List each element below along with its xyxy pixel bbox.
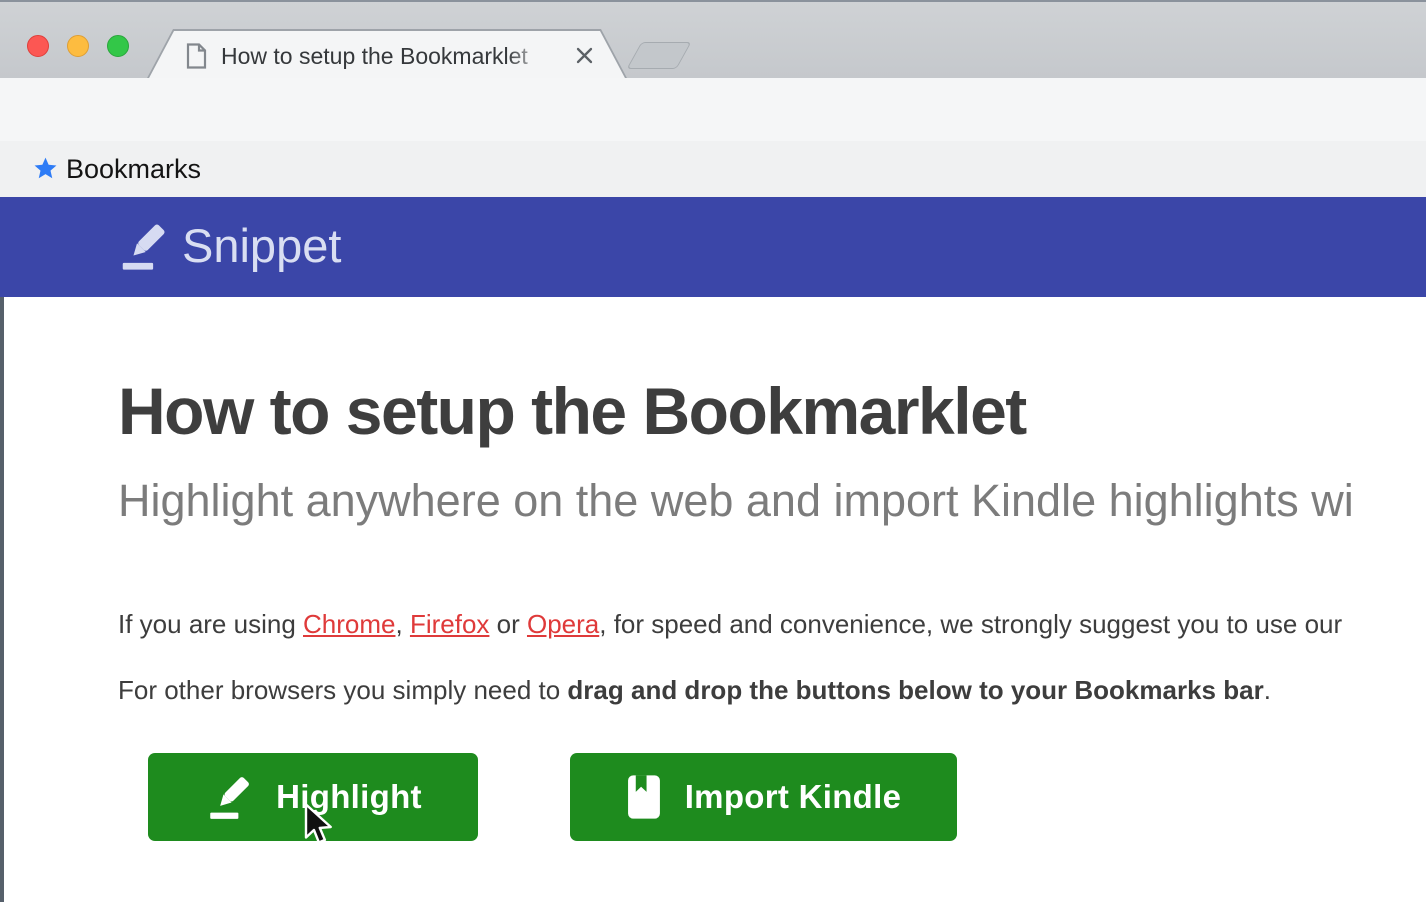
page-content: How to setup the Bookmarklet Highlight a… xyxy=(0,297,1426,902)
import-kindle-button-label: Import Kindle xyxy=(685,778,902,816)
window-titlebar: How to setup the Bookmarklet xyxy=(0,0,1426,78)
navigation-toolbar: Secure https://gosnippet.com/blog/how-to… xyxy=(0,78,1426,143)
site-header: Snippet xyxy=(0,197,1426,297)
tab-close-icon[interactable] xyxy=(575,46,594,65)
bookmarks-bar-label[interactable]: Bookmarks xyxy=(66,141,201,197)
site-brand[interactable]: Snippet xyxy=(182,197,341,295)
other-browsers-text: . xyxy=(1264,675,1271,705)
window-close-button[interactable] xyxy=(27,35,49,57)
other-browsers-text: For other browsers you simply need to xyxy=(118,675,567,705)
intro-text: , xyxy=(395,609,409,639)
highlighter-icon xyxy=(204,772,254,822)
window-left-edge xyxy=(0,297,4,902)
firefox-link[interactable]: Firefox xyxy=(410,609,489,639)
intro-text: , for speed and convenience, we strongly… xyxy=(599,609,1342,639)
highlighter-icon xyxy=(116,219,170,273)
bookmarks-bar: Bookmarks xyxy=(0,141,1426,197)
other-browsers-paragraph: For other browsers you simply need to dr… xyxy=(118,675,1271,706)
browser-tab[interactable]: How to setup the Bookmarklet xyxy=(146,29,628,80)
opera-link[interactable]: Opera xyxy=(527,609,599,639)
intro-text: or xyxy=(489,609,527,639)
chrome-link[interactable]: Chrome xyxy=(303,609,395,639)
page-title: How to setup the Bookmarklet xyxy=(118,373,1026,449)
star-icon[interactable] xyxy=(33,156,58,181)
intro-paragraph: If you are using Chrome, Firefox or Oper… xyxy=(118,609,1342,640)
other-browsers-bold-text: drag and drop the buttons below to your … xyxy=(567,675,1263,705)
import-kindle-button[interactable]: Import Kindle xyxy=(570,753,957,841)
tab-title: How to setup the Bookmarklet xyxy=(221,41,561,71)
highlight-button-label: Highlight xyxy=(276,778,422,816)
new-tab-button[interactable] xyxy=(627,42,692,69)
book-bookmark-icon xyxy=(626,774,663,820)
window-minimize-button[interactable] xyxy=(67,35,89,57)
window-zoom-button[interactable] xyxy=(107,35,129,57)
intro-text: If you are using xyxy=(118,609,303,639)
document-icon xyxy=(186,43,207,69)
browser-window: How to setup the Bookmarklet xyxy=(0,0,1426,902)
cursor-arrow-icon xyxy=(300,802,336,852)
page-subtitle: Highlight anywhere on the web and import… xyxy=(118,475,1354,527)
